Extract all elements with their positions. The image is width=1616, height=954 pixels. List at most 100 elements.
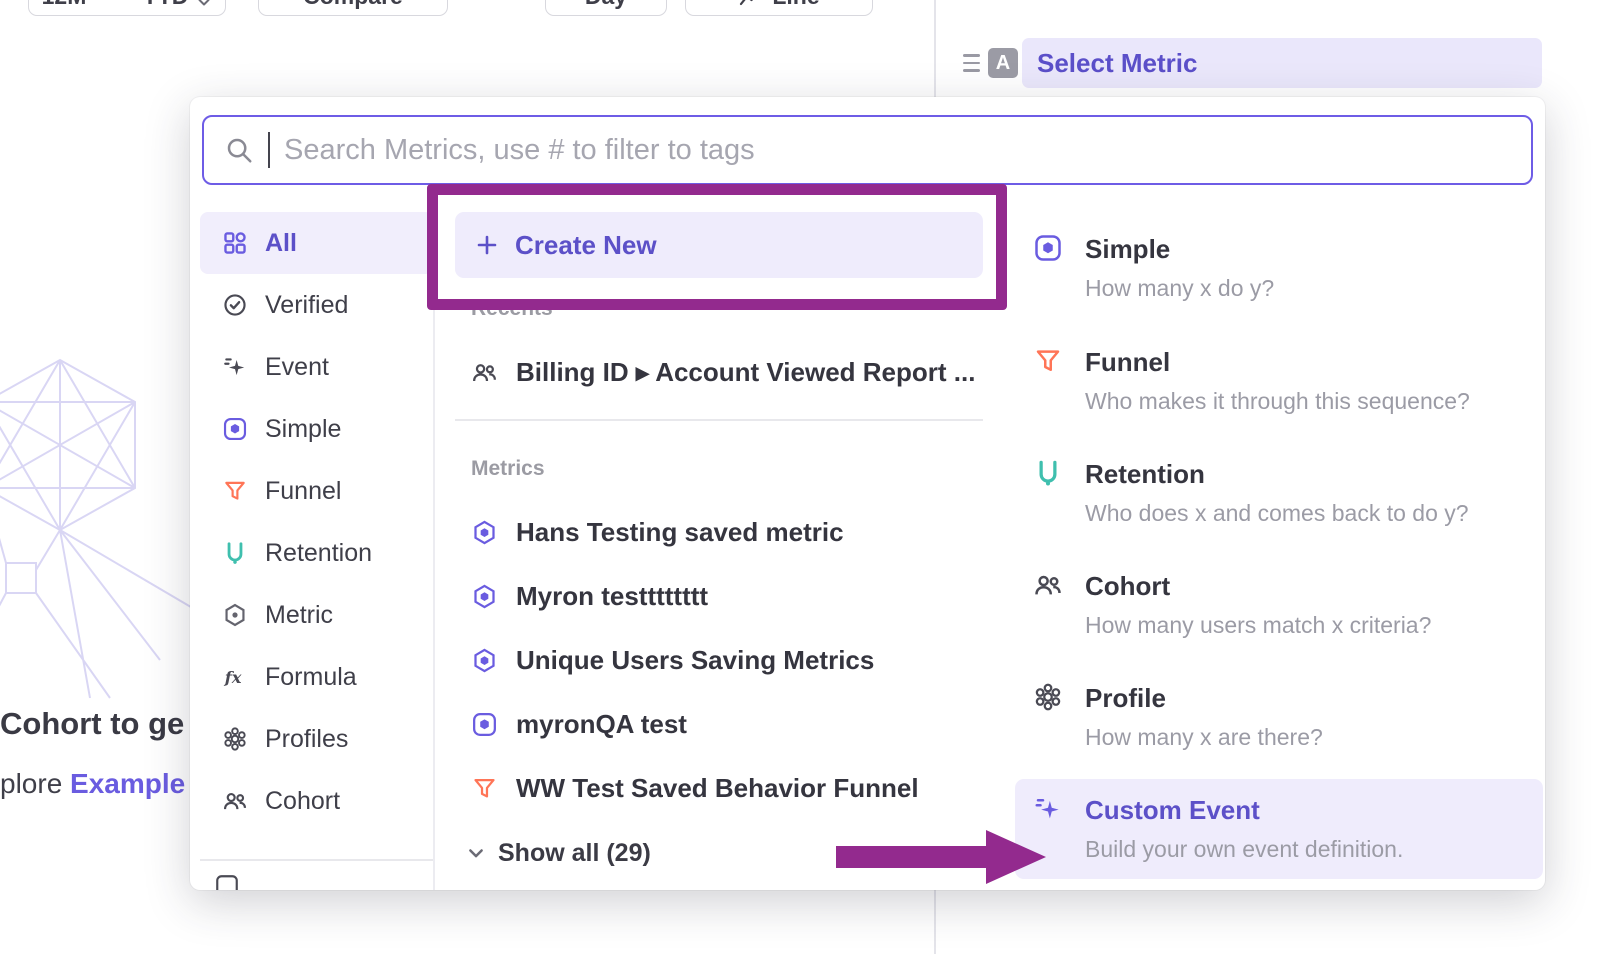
middle-divider: [455, 419, 983, 421]
show-all-label: Show all (29): [498, 839, 651, 868]
chevron-down-icon: [466, 843, 486, 863]
date-range-control[interactable]: 12M YTD: [28, 0, 226, 16]
line-chart-icon: [738, 0, 762, 10]
select-metric-button[interactable]: Select Metric: [1022, 38, 1542, 88]
metric-type-simple[interactable]: Simple How many x do y?: [1015, 218, 1543, 318]
screen: 12M YTD Compare Day Line A Select Metric…: [0, 0, 1616, 954]
saved-metric-label: Unique Users Saving Metrics: [516, 645, 874, 676]
sidebar-item-retention[interactable]: Retention: [200, 522, 433, 584]
sidebar-item-label: All: [265, 229, 297, 258]
metric-type-profile[interactable]: Profile How many x are there?: [1015, 667, 1543, 767]
category-sidebar: All Verified Event Simple Funnel Retenti…: [200, 212, 433, 832]
sidebar-item-verified[interactable]: Verified: [200, 274, 433, 336]
show-all-button[interactable]: Show all (29): [466, 833, 651, 873]
metric-type-desc: Who does x and comes back to do y?: [1085, 498, 1469, 528]
sidebar-item-label: Event: [265, 353, 329, 382]
sidebar-item-label: Formula: [265, 663, 357, 692]
compare-label: Compare: [303, 0, 403, 10]
saved-metric-item[interactable]: Myron testttttttt: [471, 567, 983, 625]
search-box[interactable]: [202, 115, 1533, 185]
explore-text: plore: [0, 768, 70, 799]
select-metric-label: Select Metric: [1037, 48, 1197, 79]
simple-icon: [222, 416, 248, 442]
metric-type-title: Simple: [1085, 233, 1274, 265]
saved-metric-label: WW Test Saved Behavior Funnel: [516, 773, 919, 804]
metric-type-retention[interactable]: Retention Who does x and comes back to d…: [1015, 443, 1543, 543]
profiles-flower-icon: [1033, 682, 1063, 712]
metric-picker-modal: All Verified Event Simple Funnel Retenti…: [190, 97, 1545, 890]
metric-hexagon-icon: [222, 602, 248, 628]
recent-item[interactable]: Billing ID ▸ Account Viewed Report ...: [471, 349, 983, 395]
metrics-heading: Metrics: [471, 457, 545, 481]
saved-metric-item[interactable]: WW Test Saved Behavior Funnel: [471, 759, 983, 817]
grid-icon: [222, 230, 248, 256]
metric-type-title: Cohort: [1085, 570, 1431, 602]
day-granularity-button[interactable]: Day: [545, 0, 667, 16]
sidebar-item-simple[interactable]: Simple: [200, 398, 433, 460]
sidebar-item-funnel[interactable]: Funnel: [200, 460, 433, 522]
sidebar-item-metric[interactable]: Metric: [200, 584, 433, 646]
range-ytd-label: YTD: [142, 0, 188, 10]
funnel-icon: [222, 478, 248, 504]
sidebar-item-label: Simple: [265, 415, 341, 444]
query-row-badge: A: [988, 48, 1018, 78]
metric-type-title: Custom Event: [1085, 794, 1403, 826]
sidebar-item-profiles[interactable]: Profiles: [200, 708, 433, 770]
text-cursor: [268, 132, 270, 168]
empty-state-headline: Cohort to ge: [0, 706, 184, 742]
metric-type-cohort[interactable]: Cohort How many users match x criteria?: [1015, 555, 1543, 655]
retention-icon: [1033, 458, 1063, 488]
chevron-down-icon: [196, 0, 212, 10]
saved-metric-item[interactable]: Unique Users Saving Metrics: [471, 631, 983, 689]
compare-button[interactable]: Compare: [258, 0, 448, 16]
range-ytd-button[interactable]: YTD: [124, 0, 230, 15]
saved-metric-label: Myron testttttttt: [516, 581, 708, 612]
metric-type-desc: How many x are there?: [1085, 722, 1323, 752]
sidebar-item-all[interactable]: All: [200, 212, 433, 274]
sidebar-item-label: Verified: [265, 291, 348, 320]
search-input[interactable]: [284, 134, 1511, 167]
metric-type-title: Funnel: [1085, 346, 1470, 378]
empty-state-subtext: plore Example: [0, 768, 185, 800]
sidebar-divider: [433, 200, 435, 890]
metric-type-title: Profile: [1085, 682, 1323, 714]
sidebar-item-label: Funnel: [265, 477, 341, 506]
sidebar-item-cohort[interactable]: Cohort: [200, 770, 433, 832]
sidebar-item-event[interactable]: Event: [200, 336, 433, 398]
svg-text:fx: fx: [224, 668, 242, 687]
range-12m-button[interactable]: 12M: [24, 0, 105, 15]
create-new-label: Create New: [515, 230, 657, 261]
saved-metric-label: Hans Testing saved metric: [516, 517, 844, 548]
metric-type-desc: How many users match x criteria?: [1085, 610, 1431, 640]
sidebar-item-label: Metric: [265, 601, 333, 630]
simple-icon: [471, 711, 498, 738]
saved-metric-item[interactable]: myronQA test: [471, 695, 983, 753]
simple-icon: [1033, 233, 1063, 263]
sidebar-item-label: Retention: [265, 539, 372, 568]
metric-type-desc: Who makes it through this sequence?: [1085, 386, 1470, 416]
event-spark-icon: [222, 354, 248, 380]
metric-type-funnel[interactable]: Funnel Who makes it through this sequenc…: [1015, 331, 1543, 431]
drag-handle-icon[interactable]: [963, 54, 980, 72]
plus-icon: [475, 233, 499, 257]
funnel-icon: [1033, 346, 1063, 376]
metric-hexagon-icon: [471, 583, 498, 610]
metric-type-custom-event[interactable]: Custom Event Build your own event defini…: [1015, 779, 1543, 879]
profiles-flower-icon: [222, 726, 248, 752]
cohort-people-icon: [471, 359, 498, 386]
create-new-button[interactable]: Create New: [455, 212, 983, 278]
saved-metric-item[interactable]: Hans Testing saved metric: [471, 503, 983, 561]
sidebar-item-label: Cohort: [265, 787, 340, 816]
saved-metric-label: myronQA test: [516, 709, 687, 740]
day-label: Day: [585, 0, 627, 10]
search-icon: [224, 135, 254, 165]
line-label: Line: [772, 0, 819, 10]
verified-icon: [222, 292, 248, 318]
example-reports-link[interactable]: Example: [70, 768, 185, 799]
custom-event-spark-icon: [1033, 794, 1063, 824]
partial-category-icon: [214, 873, 240, 890]
line-chart-type-button[interactable]: Line: [685, 0, 873, 16]
range-12m-label: 12M: [42, 0, 87, 10]
sidebar-item-formula[interactable]: fx Formula: [200, 646, 433, 708]
metric-hexagon-icon: [471, 647, 498, 674]
